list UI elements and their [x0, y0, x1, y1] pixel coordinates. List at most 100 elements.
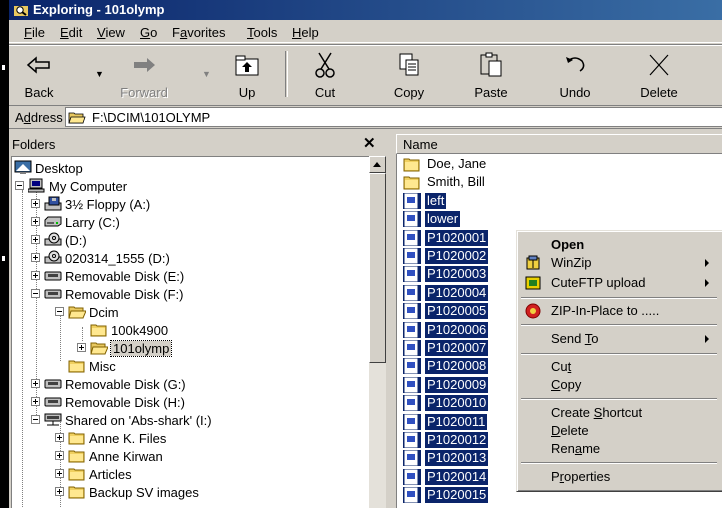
tree-node-label: 101olymp — [109, 340, 173, 357]
menu-tools[interactable]: Tools — [247, 25, 277, 40]
tree-node-label: 100k4900 — [111, 323, 169, 338]
file-name: P1020011 — [425, 413, 488, 430]
image-file-icon — [403, 284, 421, 301]
expand-icon[interactable] — [55, 469, 64, 478]
cd-drive-icon — [44, 232, 62, 247]
close-icon[interactable]: ✕ — [363, 134, 376, 152]
menu-create-shortcut[interactable]: Create Shortcut — [519, 403, 719, 423]
title-bar[interactable]: Exploring - 101olymp — [9, 0, 722, 20]
file-name: P1020004 — [425, 284, 489, 301]
up-folder-icon — [235, 55, 259, 76]
up-button[interactable]: Up — [221, 49, 273, 100]
menu-open[interactable]: Open — [519, 235, 719, 255]
image-file-icon — [403, 376, 421, 393]
column-header-name[interactable]: Name — [396, 134, 722, 154]
address-input[interactable]: F:\DCIM\101OLYMP — [65, 107, 722, 127]
folder-icon — [68, 430, 86, 445]
menu-properties[interactable]: Properties — [519, 467, 719, 487]
back-button[interactable]: Back — [13, 49, 65, 100]
expand-icon[interactable] — [77, 343, 86, 352]
tree-node-label: Removable Disk (F:) — [65, 287, 184, 302]
expand-icon[interactable] — [31, 397, 40, 406]
submenu-arrow-icon — [705, 259, 709, 267]
collapse-icon[interactable] — [31, 415, 40, 424]
removable-disk-icon — [44, 394, 62, 409]
undo-icon — [566, 57, 585, 72]
tree-node-label: Desktop — [35, 161, 83, 176]
menu-cut[interactable]: Cut — [519, 357, 719, 377]
menu-winzip[interactable]: WinZip — [519, 253, 719, 273]
file-name: Doe, Jane — [427, 156, 487, 171]
scroll-up-button[interactable] — [369, 156, 386, 173]
forward-button[interactable]: Forward — [113, 49, 175, 100]
file-name: P1020003 — [425, 266, 489, 283]
expand-icon[interactable] — [31, 199, 40, 208]
folder-icon — [68, 448, 86, 463]
menu-separator — [521, 353, 717, 355]
forward-dropdown-icon[interactable]: ▼ — [202, 69, 211, 79]
file-name: P1020002 — [425, 248, 489, 264]
left-edge — [0, 0, 9, 508]
open-folder-icon — [68, 304, 87, 319]
menu-send-to[interactable]: Send To — [519, 329, 719, 349]
file-name: left — [425, 192, 447, 209]
file-name: P1020010 — [425, 395, 489, 412]
address-bar: Address F:\DCIM\101OLYMP — [9, 106, 722, 129]
explorer-app-icon — [14, 6, 28, 16]
tree-node-label: Misc — [89, 359, 116, 374]
image-file-icon — [403, 487, 421, 504]
menu-view[interactable]: View — [97, 25, 125, 40]
collapse-icon[interactable] — [15, 181, 24, 190]
network-drive-icon — [44, 412, 62, 427]
image-file-icon — [403, 432, 421, 448]
tree-node-label: 3½ Floppy (A:) — [65, 197, 151, 212]
expand-icon[interactable] — [31, 235, 40, 244]
menu-file[interactable]: File — [24, 25, 45, 40]
expand-icon[interactable] — [55, 487, 64, 496]
menu-help[interactable]: Help — [292, 25, 319, 40]
file-name: P1020015 — [425, 487, 489, 504]
open-folder-icon — [90, 340, 109, 355]
tree-node-label: Articles — [89, 467, 132, 482]
back-arrow-icon — [26, 56, 50, 74]
tree-node-label: Removable Disk (H:) — [65, 395, 185, 410]
folders-scrollbar[interactable] — [369, 156, 386, 508]
tree-node-label: (D:) — [65, 233, 87, 248]
expand-icon[interactable] — [31, 271, 40, 280]
desktop-icon — [14, 160, 32, 175]
cut-button[interactable]: Cut — [299, 49, 351, 100]
file-name: P1020008 — [425, 358, 489, 375]
menu-favorites[interactable]: Favorites — [172, 25, 225, 40]
delete-button[interactable]: Delete — [629, 49, 689, 100]
tree-line — [60, 309, 61, 361]
menu-edit[interactable]: Edit — [60, 25, 82, 40]
expand-icon[interactable] — [31, 379, 40, 388]
open-folder-icon — [68, 112, 86, 124]
paste-button[interactable]: Paste — [463, 49, 519, 100]
folders-pane: Folders ✕ Desktop My Computer 3½ Floppy (A… — [9, 134, 387, 508]
expand-icon[interactable] — [55, 451, 64, 460]
menu-copy[interactable]: Copy — [519, 375, 719, 395]
back-dropdown-icon[interactable]: ▼ — [95, 69, 104, 79]
expand-icon[interactable] — [55, 433, 64, 442]
expand-icon[interactable] — [31, 217, 40, 226]
menu-separator — [521, 462, 717, 464]
edge-mark — [2, 65, 5, 70]
file-name: P1020005 — [425, 303, 489, 320]
collapse-icon[interactable] — [31, 289, 40, 298]
expand-icon[interactable] — [31, 253, 40, 262]
file-name: P1020007 — [425, 340, 489, 356]
menu-rename[interactable]: Rename — [519, 439, 719, 459]
menu-go[interactable]: Go — [140, 25, 157, 40]
removable-disk-icon — [44, 286, 62, 301]
menu-zip-in-place[interactable]: ZIP-In-Place to ..... — [519, 301, 719, 321]
scroll-thumb[interactable] — [369, 173, 386, 363]
file-name: lower — [425, 211, 461, 228]
folder-tree[interactable]: Desktop My Computer 3½ Floppy (A:) Larry (C… — [11, 156, 370, 508]
collapse-icon[interactable] — [55, 307, 64, 316]
menu-cuteftp-upload[interactable]: CuteFTP upload — [519, 273, 719, 293]
menu-delete[interactable]: Delete — [519, 421, 719, 441]
undo-button[interactable]: Undo — [547, 49, 603, 100]
copy-button[interactable]: Copy — [381, 49, 437, 100]
removable-disk-icon — [44, 268, 62, 283]
